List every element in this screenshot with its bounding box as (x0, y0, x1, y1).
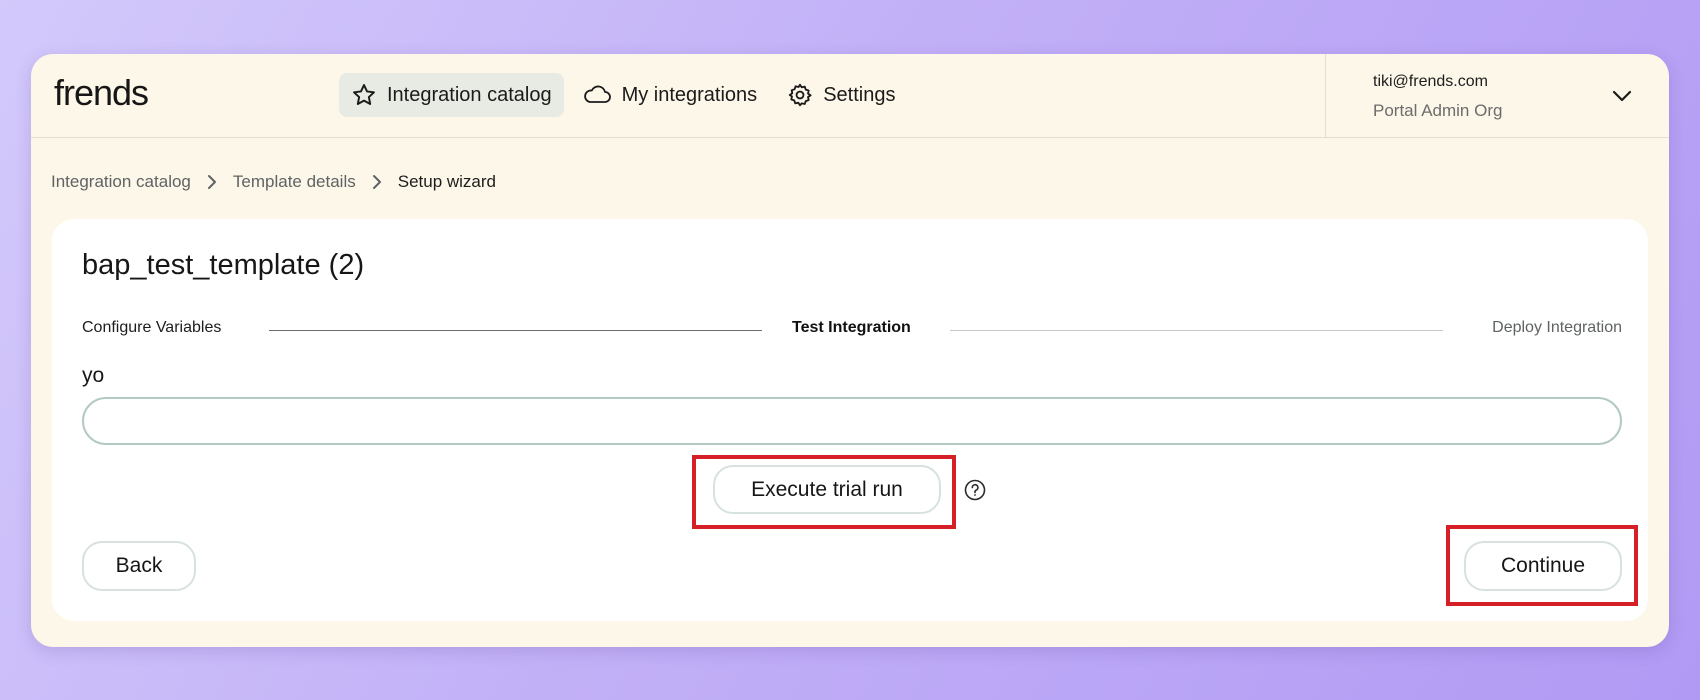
gear-icon (788, 83, 812, 107)
frends-logo[interactable]: frends (54, 72, 149, 114)
page-title: bap_test_template (2) (82, 249, 365, 281)
execute-trial-run-button[interactable]: Execute trial run (713, 465, 941, 514)
step-divider (950, 330, 1443, 331)
nav-label: Settings (823, 83, 896, 106)
nav-my-integrations[interactable]: My integrations (570, 73, 770, 117)
step-test-integration: Test Integration (792, 319, 911, 336)
nav-settings[interactable]: Settings (775, 73, 907, 117)
user-menu[interactable]: tiki@frends.com Portal Admin Org (1325, 54, 1669, 138)
breadcrumb-template-details[interactable]: Template details (233, 172, 356, 192)
breadcrumb: Integration catalog Template details Set… (51, 172, 496, 192)
nav-integration-catalog[interactable]: Integration catalog (339, 73, 564, 117)
wizard-card: bap_test_template (2) Configure Variable… (52, 219, 1648, 621)
cloud-icon (583, 85, 611, 103)
step-divider (269, 330, 762, 331)
back-button[interactable]: Back (82, 541, 196, 591)
help-icon[interactable] (964, 479, 986, 501)
top-bar: frends Integration catalog My integratio… (31, 54, 1669, 138)
app-window: frends Integration catalog My integratio… (31, 54, 1669, 647)
user-email: tiki@frends.com (1373, 73, 1488, 90)
nav-label: Integration catalog (387, 83, 552, 106)
breadcrumb-setup-wizard: Setup wizard (397, 172, 497, 191)
continue-button[interactable]: Continue (1464, 541, 1622, 591)
field-label: yo (82, 364, 105, 387)
step-deploy-integration: Deploy Integration (1492, 319, 1622, 336)
nav-label: My integrations (621, 83, 758, 106)
main-nav: Integration catalog My integrations Sett… (339, 73, 913, 117)
chevron-down-icon[interactable] (1610, 84, 1634, 108)
star-icon (353, 84, 375, 105)
user-org: Portal Admin Org (1373, 101, 1503, 120)
step-configure-variables: Configure Variables (82, 319, 222, 336)
chevron-right-icon (370, 174, 384, 190)
chevron-right-icon (205, 174, 219, 190)
wizard-steps: Configure Variables Test Integration Dep… (82, 319, 1622, 343)
yo-input[interactable] (82, 397, 1622, 445)
breadcrumb-integration-catalog[interactable]: Integration catalog (51, 172, 191, 192)
